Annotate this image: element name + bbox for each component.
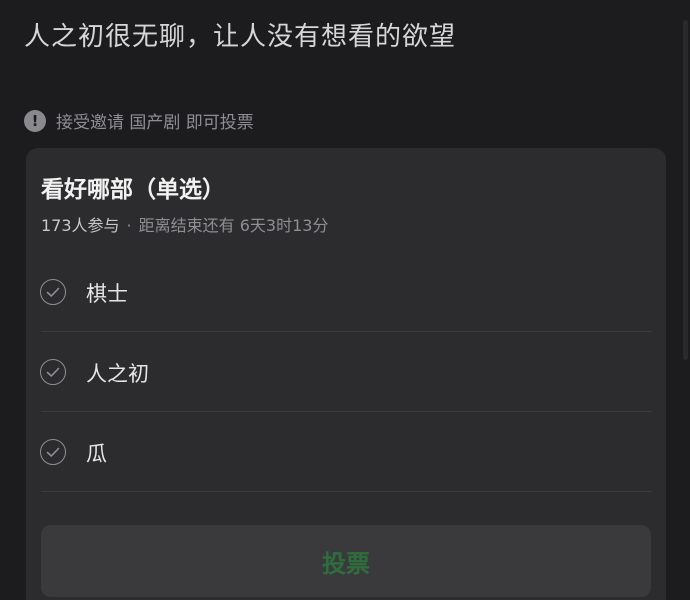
poll-meta: 173人参与 · 距离结束还有 6天3时13分 — [41, 212, 328, 236]
poll-option-2[interactable]: 人之初 — [26, 332, 666, 412]
deadline-text: 距离结束还有 6天3时13分 — [138, 216, 329, 235]
poll-option-3[interactable]: 瓜 — [26, 412, 666, 492]
divider — [41, 491, 652, 492]
option-label: 棋士 — [86, 282, 128, 306]
check-circle-icon[interactable] — [40, 359, 66, 385]
option-label: 人之初 — [86, 362, 149, 386]
poll-title: 看好哪部（单选） — [41, 177, 225, 203]
page: 人之初很无聊，让人没有想看的欲望 ! 接受邀请 国产剧 即可投票 看好哪部（单选… — [0, 0, 690, 600]
option-label: 瓜 — [86, 442, 107, 466]
participant-count: 173人参与 — [41, 216, 120, 235]
poll-card: 看好哪部（单选） 173人参与 · 距离结束还有 6天3时13分 棋士 人之初 … — [26, 148, 666, 600]
vote-button[interactable]: 投票 — [41, 525, 651, 597]
exclamation-circle-icon: ! — [24, 109, 46, 132]
meta-separator: · — [126, 216, 132, 235]
post-text: 人之初很无聊，让人没有想看的欲望 — [24, 22, 457, 52]
check-circle-icon[interactable] — [40, 279, 66, 305]
scrollbar[interactable] — [683, 20, 688, 360]
poll-options: 棋士 人之初 瓜 — [26, 252, 666, 492]
poll-notice: ! 接受邀请 国产剧 即可投票 — [24, 108, 254, 133]
notice-text: 接受邀请 国产剧 即可投票 — [56, 113, 254, 133]
check-circle-icon[interactable] — [40, 439, 66, 465]
poll-option-1[interactable]: 棋士 — [26, 252, 666, 332]
